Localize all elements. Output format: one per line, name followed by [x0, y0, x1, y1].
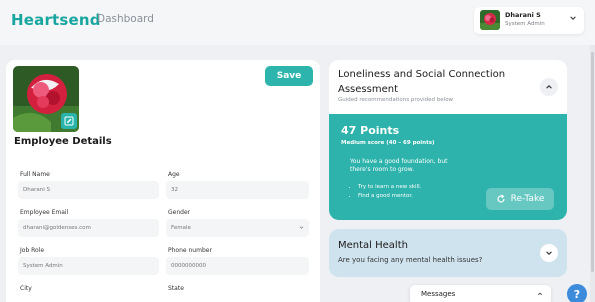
nav-dashboard-link[interactable]: Dashboard	[97, 13, 154, 25]
city-label: City	[20, 285, 32, 292]
phone-label: Phone number	[168, 247, 212, 254]
gender-label: Gender	[168, 209, 191, 216]
loneliness-assessment-card: Loneliness and Social Connection Assessm…	[329, 60, 567, 220]
mental-health-card[interactable]: Mental Health Are you facing any mental …	[329, 229, 567, 277]
tip-item: Find a good mentor.	[358, 192, 421, 201]
mental-health-question: Are you facing any mental health issues?	[338, 256, 483, 264]
edit-photo-button[interactable]	[61, 113, 77, 129]
result-panel: 47 Points Medium score (40 – 69 points) …	[329, 114, 567, 220]
age-label: Age	[168, 171, 180, 178]
full-name-label: Full Name	[20, 171, 50, 178]
save-button[interactable]: Save	[265, 66, 313, 86]
state-label: State	[168, 285, 184, 292]
chevron-down-icon	[546, 251, 552, 255]
age-field[interactable]: 32	[166, 181, 309, 199]
assessment-title: Loneliness and Social Connection Assessm…	[338, 69, 506, 95]
job-role-field[interactable]: System Admin	[18, 257, 159, 275]
chevron-down-icon	[570, 16, 576, 20]
tips-list: Try to learn a new skill. Find a good me…	[358, 183, 421, 201]
help-button[interactable]: ?	[567, 284, 587, 302]
collapse-button[interactable]	[540, 78, 558, 96]
phone-field[interactable]: 0000000000	[166, 257, 309, 275]
mental-health-title: Mental Health	[338, 240, 408, 251]
top-header: Heartsend Dashboard Dharani S System Adm…	[0, 0, 595, 45]
retake-label: Re-Take	[510, 194, 545, 204]
email-field[interactable]: dharani@goldenses.com	[18, 219, 159, 237]
gender-value: Female	[171, 225, 191, 231]
expand-button[interactable]	[540, 244, 558, 262]
app-logo[interactable]: Heartsend	[11, 11, 101, 29]
section-title: Employee Details	[14, 136, 112, 147]
user-menu[interactable]: Dharani S System Admin	[474, 7, 584, 34]
user-name: Dharani S	[505, 11, 541, 19]
retake-button[interactable]: Re-Take	[486, 188, 554, 210]
scrollbar-thumb[interactable]	[591, 52, 594, 272]
chevron-up-icon	[537, 292, 543, 296]
full-name-field[interactable]: Dharani S	[18, 181, 159, 199]
gender-select[interactable]: Female	[166, 219, 309, 237]
refresh-icon	[497, 194, 505, 203]
tip-item: Try to learn a new skill.	[358, 183, 421, 192]
edit-icon	[64, 116, 74, 126]
assessment-subtitle: Guided recommendations provided below	[338, 97, 454, 103]
email-label: Employee Email	[20, 209, 69, 216]
messages-label: Messages	[421, 290, 456, 298]
result-message: You have a good foundation, but there's …	[350, 158, 448, 173]
job-role-label: Job Role	[20, 247, 45, 254]
employee-details-card: Save Employee Details Full Name Dharani …	[6, 60, 320, 302]
score-points: 47 Points	[341, 124, 400, 137]
chevron-up-icon	[546, 85, 552, 89]
user-role: System Admin	[505, 21, 545, 27]
chevron-down-icon	[299, 226, 304, 229]
avatar	[480, 10, 500, 30]
score-range: Medium score (40 – 69 points)	[341, 140, 435, 146]
messages-panel[interactable]: Messages	[410, 285, 551, 302]
